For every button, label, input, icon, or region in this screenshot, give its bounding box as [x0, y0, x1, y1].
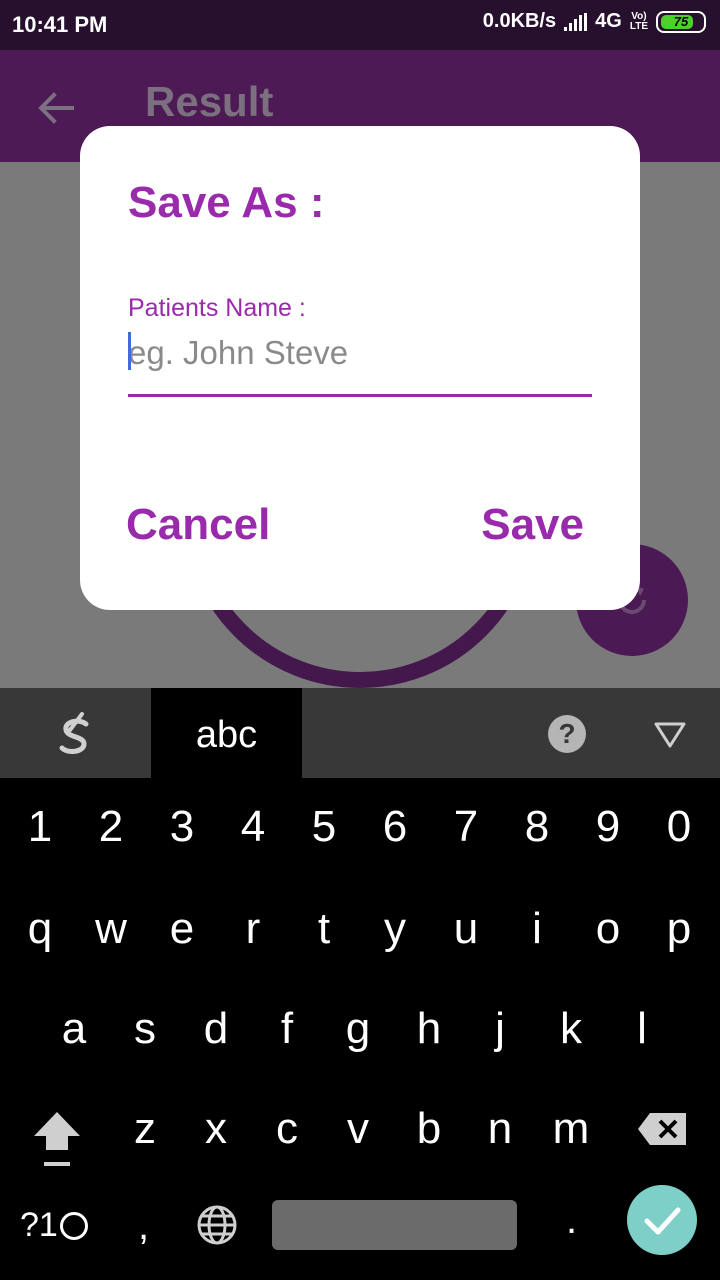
- bottom-letter-row: zxcvbnm: [0, 1084, 720, 1184]
- middle-letter-row: asdfghjkl: [0, 984, 720, 1084]
- key-t[interactable]: t: [291, 884, 357, 974]
- keyboard-logo-icon[interactable]: [48, 708, 102, 762]
- page-title: Result: [145, 78, 274, 125]
- input-underline: [128, 394, 592, 397]
- key-s[interactable]: s: [112, 984, 178, 1074]
- key-m[interactable]: m: [538, 1084, 604, 1174]
- net-speed: 0.0KB/s: [482, 10, 557, 32]
- done-key[interactable]: [627, 1185, 697, 1255]
- save-dialog: Save As : Patients Name : Cancel Save: [80, 126, 640, 610]
- period-key[interactable]: .: [566, 1198, 577, 1243]
- key-v[interactable]: v: [325, 1084, 391, 1174]
- tab-abc[interactable]: abc: [151, 688, 302, 778]
- key-0[interactable]: 0: [646, 782, 712, 872]
- key-4[interactable]: 4: [220, 782, 286, 872]
- key-j[interactable]: j: [467, 984, 533, 1074]
- key-7[interactable]: 7: [433, 782, 499, 872]
- hide-keyboard-icon[interactable]: [650, 714, 690, 754]
- key-w[interactable]: w: [78, 884, 144, 974]
- key-a[interactable]: a: [41, 984, 107, 1074]
- key-6[interactable]: 6: [362, 782, 428, 872]
- key-r[interactable]: r: [220, 884, 286, 974]
- key-i[interactable]: i: [504, 884, 570, 974]
- key-c[interactable]: c: [254, 1084, 320, 1174]
- key-n[interactable]: n: [467, 1084, 533, 1174]
- comma-key[interactable]: ,: [138, 1204, 149, 1249]
- key-h[interactable]: h: [396, 984, 462, 1074]
- signal-icon: [564, 12, 588, 31]
- symbols-key[interactable]: ?1: [20, 1206, 88, 1245]
- key-1[interactable]: 1: [7, 782, 73, 872]
- cancel-button[interactable]: Cancel: [126, 500, 270, 550]
- key-l[interactable]: l: [609, 984, 675, 1074]
- emoji-icon: [59, 1211, 88, 1240]
- patient-name-input[interactable]: [128, 328, 592, 378]
- backspace-icon[interactable]: [636, 1111, 688, 1147]
- key-8[interactable]: 8: [504, 782, 570, 872]
- key-9[interactable]: 9: [575, 782, 641, 872]
- globe-icon[interactable]: [196, 1204, 238, 1246]
- key-o[interactable]: o: [575, 884, 641, 974]
- key-2[interactable]: 2: [78, 782, 144, 872]
- key-k[interactable]: k: [538, 984, 604, 1074]
- key-q[interactable]: q: [7, 884, 73, 974]
- battery-icon: 75: [656, 10, 706, 33]
- key-3[interactable]: 3: [149, 782, 215, 872]
- number-row: 1234567890: [0, 782, 720, 882]
- top-letter-row: qwertyuiop: [0, 884, 720, 984]
- key-z[interactable]: z: [112, 1084, 178, 1174]
- volte-icon: Vo) LTE: [629, 10, 648, 32]
- key-5[interactable]: 5: [291, 782, 357, 872]
- key-p[interactable]: p: [646, 884, 712, 974]
- battery-level: 75: [673, 14, 689, 29]
- key-b[interactable]: b: [396, 1084, 462, 1174]
- status-time: 10:41 PM: [12, 12, 108, 37]
- keyboard-toolbar: abc ?: [0, 688, 720, 778]
- status-icons: 0.0KB/s 4G Vo) LTE 75: [483, 10, 706, 33]
- save-button[interactable]: Save: [481, 500, 584, 550]
- dialog-title: Save As :: [128, 178, 325, 227]
- help-icon[interactable]: ?: [548, 715, 586, 753]
- key-d[interactable]: d: [183, 984, 249, 1074]
- patient-name-label: Patients Name :: [128, 294, 306, 322]
- status-bar: 10:41 PM 0.0KB/s 4G Vo) LTE 75: [0, 0, 720, 50]
- space-key[interactable]: [272, 1200, 517, 1250]
- arrow-back-icon[interactable]: [34, 86, 78, 130]
- key-e[interactable]: e: [149, 884, 215, 974]
- text-cursor: [128, 332, 131, 370]
- shift-icon[interactable]: [30, 1108, 84, 1168]
- key-g[interactable]: g: [325, 984, 391, 1074]
- keyboard: 1234567890 qwertyuiop asdfghjkl zxcvbnm …: [0, 778, 720, 1280]
- check-icon: [644, 1207, 681, 1235]
- key-y[interactable]: y: [362, 884, 428, 974]
- key-u[interactable]: u: [433, 884, 499, 974]
- key-f[interactable]: f: [254, 984, 320, 1074]
- network-type: 4G: [595, 10, 622, 32]
- key-x[interactable]: x: [183, 1084, 249, 1174]
